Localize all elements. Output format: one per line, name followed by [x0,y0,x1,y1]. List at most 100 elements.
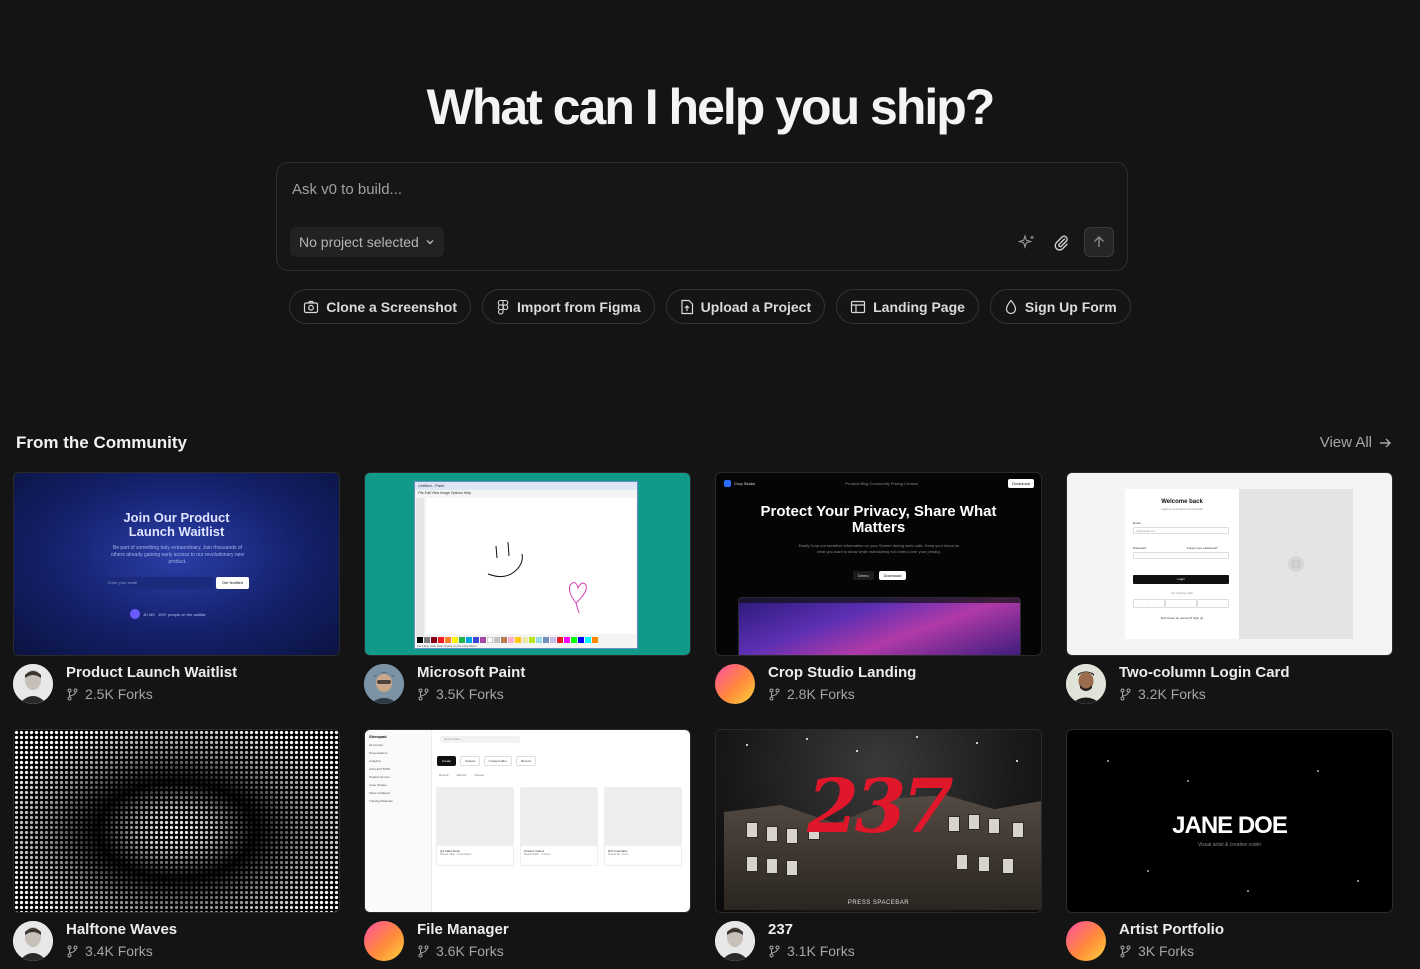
thumb-search: Search files... [440,736,520,743]
thumb-file-meta: Shared folder · 4 videos [524,853,551,856]
paint-menu-bar: File Edit View Image Options Help [418,491,472,495]
thumb-logo: Crop Studio [724,480,755,487]
thumb-password-label: Password [1133,546,1147,550]
card-thumbnail: Welcome back Login to your Acme Inc acco… [1066,472,1393,656]
thumb-demo-button: Demo [853,571,874,580]
thumb-file-card: ROI Calculator Shared file · Excel [604,787,682,866]
fork-count: 3K Forks [1119,943,1194,959]
fork-count: 3.4K Forks [66,943,153,959]
community-card[interactable]: Untitled - Paint File Edit View Image Op… [364,472,691,712]
fork-count-label: 2.8K Forks [787,686,855,702]
view-all-link[interactable]: View All [1320,434,1392,451]
community-card[interactable]: Join Our Product Launch Waitlist Be part… [13,472,340,712]
thumb-nav-item: Product Demos [369,775,390,779]
fork-icon [418,688,429,700]
prompt-box: No project selected [276,162,1128,271]
thumb-nav-item: Case Studies [369,783,387,787]
thumb-waitlist-note: JD MK 100+ people on the waitlist [130,609,205,619]
card-thumbnail: Shewpad All content Presentations Analyt… [364,729,691,913]
avatar [364,664,404,704]
thumb-button: Record [515,756,536,766]
project-select-label: No project selected [299,234,419,250]
card-meta: File Manager 3.6K Forks [364,921,691,969]
thumb-subheading: Login to your Acme Inc account [1161,507,1203,511]
thumb-nav: Crop Studio Product Blog Community Prici… [724,479,1034,488]
thumb-note: 100+ people on the waitlist [158,611,206,617]
thumb-email-field: m@example.com [1133,527,1229,534]
thumb-body: Easily Crop out sensitive information on… [798,543,960,554]
thumb-button: Create [437,756,457,766]
community-card[interactable]: Halftone Waves 3.4K Forks [13,729,340,969]
fork-icon [67,945,78,957]
chip-label: Clone a Screenshot [326,298,457,315]
avatar [715,921,755,961]
sparkles-icon[interactable] [1016,231,1038,253]
thumb-nav-item: Training Materials [369,799,393,803]
card-title: 237 [768,921,794,938]
community-card[interactable]: Shewpad All content Presentations Analyt… [364,729,691,969]
avatar [13,664,53,704]
paint-title-bar: Untitled - Paint [415,482,637,490]
fork-icon [418,945,429,957]
card-title: Artist Portfolio [1119,921,1224,938]
thumb-file-meta: Shared file · Excel [608,853,629,856]
arrow-up-icon [1094,236,1104,247]
fork-count: 3.5K Forks [417,686,504,702]
card-meta: Crop Studio Landing 2.8K Forks [715,664,1042,712]
card-title: Two-column Login Card [1119,664,1290,681]
chip-label: Landing Page [873,298,965,315]
thumb-heading: Welcome back [1161,499,1203,505]
thumb-file-meta: Shared folder · Presentation [440,853,472,856]
upload-project-button[interactable]: Upload a Project [665,289,826,324]
thumb-file-name: ROI Calculator [608,849,628,853]
view-all-label: View All [1319,434,1372,451]
thumb-file-name: Product Videos [524,849,545,853]
fork-icon [67,688,78,700]
clone-screenshot-button[interactable]: Clone a Screenshot [289,289,471,324]
prompt-input[interactable] [290,177,1094,201]
paint-toolbox [416,498,424,638]
community-card[interactable]: 237 PRESS SPACEBAR 237 3.1K Forks [715,729,1042,969]
chip-label: Upload a Project [700,298,812,315]
community-card[interactable]: Welcome back Login to your Acme Inc acco… [1066,472,1393,712]
thumb-file-grid: Q4 Sales Deck Shared folder · Presentatio… [436,787,682,866]
paperclip-icon[interactable] [1050,231,1072,253]
thumb-divider: Or continue with [1171,591,1193,595]
fork-icon [769,688,780,700]
thumb-brand: Shewpad [369,734,387,739]
fork-count-label: 3.1K Forks [787,943,855,959]
thumb-nav-item: Analytics [369,759,382,763]
thumb-tabs: Recent Starred Shared [439,773,484,777]
landing-page-button[interactable]: Landing Page [836,289,979,324]
thumb-buttons: Demo Download [853,571,907,580]
project-select[interactable]: No project selected [290,227,444,257]
fork-count: 3.1K Forks [768,943,855,959]
community-card[interactable]: JANE DOE Visual artist & creative coder … [1066,729,1393,969]
thumb-password-field [1133,552,1229,559]
prompt-actions [1016,227,1114,257]
thumb-tab: Starred [456,773,467,777]
card-meta: Microsoft Paint 3.5K Forks [364,664,691,712]
thumb-sidebar: Shewpad All content Presentations Analyt… [365,730,432,912]
card-meta: Halftone Waves 3.4K Forks [13,921,340,969]
send-button[interactable] [1084,227,1114,257]
fork-count: 2.8K Forks [768,686,855,702]
thumb-login-button: Login [1133,575,1229,584]
avatar [715,664,755,704]
community-card[interactable]: Crop Studio Product Blog Community Prici… [715,472,1042,712]
fork-count-label: 3.6K Forks [436,943,504,959]
import-figma-button[interactable]: Import from Figma [481,289,655,324]
card-thumbnail [13,729,340,913]
thumb-login-form: Welcome back Login to your Acme Inc acco… [1125,489,1239,639]
thumb-forgot-link: Forgot your password? [1187,546,1218,550]
thumb-body: Be part of something truly extraordinary… [110,545,245,565]
thumb-nav-item: COLLECTIONS [369,767,391,771]
sign-up-form-button[interactable]: Sign Up Form [989,289,1131,324]
thumb-nav-item: Presentations [369,751,388,755]
chip-label: Sign Up Form [1024,298,1117,315]
figma-icon [497,299,509,315]
thumb-tab: Recent [439,773,449,777]
thumb-file-card: Q4 Sales Deck Shared folder · Presentatio… [436,787,514,866]
chevron-down-icon [425,234,435,250]
thumb-heading: Protect Your Privacy, Share What Matters [760,503,997,536]
